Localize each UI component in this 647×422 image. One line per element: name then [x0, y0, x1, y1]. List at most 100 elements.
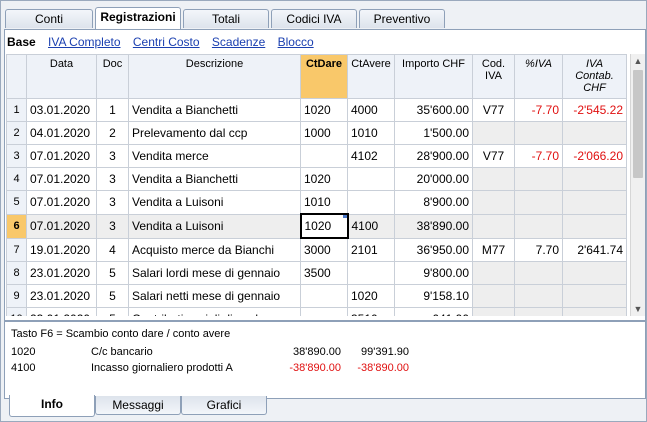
- table-row[interactable]: 1023.01.20205Contributi sociali dicembre…: [6, 307, 627, 316]
- ctavere-cell[interactable]: [347, 190, 395, 215]
- vat-code-cell[interactable]: [472, 307, 515, 316]
- table-row[interactable]: 7 19.01.2020 4 Acquisto merce da Bianchi 300…: [6, 237, 627, 262]
- tab-codici-iva[interactable]: Codici IVA: [271, 9, 357, 28]
- scroll-up-arrow-icon[interactable]: ▲: [631, 54, 645, 68]
- header-perc-iva[interactable]: %IVA: [514, 54, 563, 99]
- ctavere-cell[interactable]: [347, 261, 395, 285]
- doc-cell[interactable]: 3: [96, 213, 129, 239]
- doc-cell[interactable]: 3: [96, 144, 129, 168]
- date-cell[interactable]: 07.01.2020: [26, 144, 97, 168]
- table-row[interactable]: 3 07.01.2020 3 Vendita merce 4102 28'900.00 V7…: [6, 144, 627, 168]
- table-row[interactable]: 8 23.01.2020 5 Salari lordi mese di gennaio…: [6, 261, 627, 285]
- amount-cell[interactable]: 1'500.00: [394, 121, 473, 145]
- vat-amount-cell[interactable]: [562, 261, 627, 285]
- table-row[interactable]: 1 03.01.2020 1 Vendita a Bianchetti 1020 4000…: [6, 98, 627, 122]
- vat-percent-cell[interactable]: [514, 190, 563, 215]
- vat-code-cell[interactable]: [472, 121, 515, 145]
- tab-registrazioni[interactable]: Registrazioni: [95, 7, 181, 29]
- ctdare-cell[interactable]: [300, 144, 348, 168]
- header-ctavere[interactable]: CtAvere: [347, 54, 395, 99]
- vat-amount-cell[interactable]: -2'066.20: [562, 144, 627, 168]
- ctdare-cell[interactable]: [300, 307, 348, 316]
- tab-grafici[interactable]: Grafici: [181, 396, 267, 415]
- vat-amount-cell[interactable]: [562, 167, 627, 191]
- vat-percent-cell[interactable]: [514, 121, 563, 145]
- vat-code-cell[interactable]: V77: [472, 144, 515, 168]
- tab-totali[interactable]: Totali: [183, 9, 269, 28]
- description-cell[interactable]: Vendita a Luisoni: [128, 213, 301, 239]
- description-cell[interactable]: Vendita merce: [128, 144, 301, 168]
- scroll-down-arrow-icon[interactable]: ▼: [631, 302, 645, 316]
- view-centri-costo[interactable]: Centri Costo: [133, 35, 200, 49]
- view-blocco[interactable]: Blocco: [278, 35, 314, 49]
- tab-info[interactable]: Info: [9, 395, 95, 417]
- table-row[interactable]: 2 04.01.2020 2 Prelevamento dal ccp 1000 1010…: [6, 121, 627, 145]
- vat-code-cell[interactable]: [472, 167, 515, 191]
- amount-cell[interactable]: 35'600.00: [394, 98, 473, 122]
- ctdare-cell[interactable]: 1000: [300, 121, 348, 145]
- description-cell[interactable]: Prelevamento dal ccp: [128, 121, 301, 145]
- table-row[interactable]: 5 07.01.2020 3 Vendita a Luisoni 1010 8'900.0…: [6, 190, 627, 215]
- header-cod-iva[interactable]: Cod. IVA: [472, 54, 515, 99]
- date-cell[interactable]: 07.01.2020: [26, 213, 97, 239]
- header-descrizione[interactable]: Descrizione: [128, 54, 301, 99]
- table-row[interactable]: 6 07.01.2020 3 Vendita a Luisoni 1020 4100 38'…: [6, 213, 627, 239]
- vat-amount-cell[interactable]: [562, 307, 627, 316]
- ctdare-cell[interactable]: 3000: [300, 237, 348, 262]
- amount-cell[interactable]: 641.90: [394, 307, 473, 316]
- description-cell[interactable]: Vendita a Bianchetti: [128, 98, 301, 122]
- doc-cell[interactable]: 4: [96, 237, 129, 262]
- amount-cell[interactable]: 38'890.00: [394, 213, 473, 239]
- vat-code-cell[interactable]: [472, 213, 515, 239]
- tab-preventivo[interactable]: Preventivo: [359, 9, 445, 28]
- ctdare-cell[interactable]: 1020: [300, 98, 348, 122]
- vat-percent-cell[interactable]: 7.70: [514, 237, 563, 262]
- amount-cell[interactable]: 20'000.00: [394, 167, 473, 191]
- vat-percent-cell[interactable]: [514, 261, 563, 285]
- amount-cell[interactable]: 8'900.00: [394, 190, 473, 215]
- description-cell[interactable]: Vendita a Bianchetti: [128, 167, 301, 191]
- amount-cell[interactable]: 9'800.00: [394, 261, 473, 285]
- doc-cell[interactable]: 3: [96, 167, 129, 191]
- header-data[interactable]: Data: [26, 54, 97, 99]
- vat-amount-cell[interactable]: [562, 121, 627, 145]
- date-cell[interactable]: 03.01.2020: [26, 98, 97, 122]
- vat-percent-cell[interactable]: [514, 307, 563, 316]
- ctdare-cell[interactable]: 1020: [299, 213, 349, 239]
- vat-amount-cell[interactable]: [562, 213, 627, 239]
- table-row[interactable]: 9 23.01.2020 5 Salari netti mese di gennaio…: [6, 284, 627, 308]
- vat-percent-cell[interactable]: -7.70: [514, 98, 563, 122]
- ctavere-cell[interactable]: [347, 167, 395, 191]
- vat-code-cell[interactable]: [472, 284, 515, 308]
- vat-code-cell[interactable]: [472, 190, 515, 215]
- ctdare-cell[interactable]: [300, 284, 348, 308]
- ctavere-cell[interactable]: 4000: [347, 98, 395, 122]
- vat-percent-cell[interactable]: [514, 167, 563, 191]
- date-cell[interactable]: 07.01.2020: [26, 190, 97, 215]
- doc-cell[interactable]: 5: [96, 307, 129, 316]
- ctavere-cell[interactable]: 4102: [347, 144, 395, 168]
- description-cell[interactable]: Salari lordi mese di gennaio: [128, 261, 301, 285]
- vat-amount-cell[interactable]: [562, 190, 627, 215]
- ctdare-cell[interactable]: 3500: [300, 261, 348, 285]
- header-ctdare[interactable]: CtDare: [300, 54, 348, 99]
- vat-amount-cell[interactable]: -2'545.22: [562, 98, 627, 122]
- description-cell[interactable]: Contributi sociali dicembre: [128, 307, 301, 316]
- ctavere-cell[interactable]: 3510: [347, 307, 395, 316]
- ctavere-cell[interactable]: 4100: [347, 213, 395, 239]
- vat-amount-cell[interactable]: [562, 284, 627, 308]
- amount-cell[interactable]: 28'900.00: [394, 144, 473, 168]
- ctavere-cell[interactable]: 2101: [347, 237, 395, 262]
- description-cell[interactable]: Salari netti mese di gennaio: [128, 284, 301, 308]
- doc-cell[interactable]: 1: [96, 98, 129, 122]
- vat-amount-cell[interactable]: 2'641.74: [562, 237, 627, 262]
- vat-percent-cell[interactable]: [514, 213, 563, 239]
- date-cell[interactable]: 23.01.2020: [26, 307, 97, 316]
- date-cell[interactable]: 23.01.2020: [26, 284, 97, 308]
- vertical-scrollbar[interactable]: ▲ ▼: [630, 54, 645, 316]
- date-cell[interactable]: 19.01.2020: [26, 237, 97, 262]
- scrollbar-thumb[interactable]: [633, 70, 643, 178]
- vat-percent-cell[interactable]: -7.70: [514, 144, 563, 168]
- description-cell[interactable]: Vendita a Luisoni: [128, 190, 301, 215]
- description-cell[interactable]: Acquisto merce da Bianchi: [128, 237, 301, 262]
